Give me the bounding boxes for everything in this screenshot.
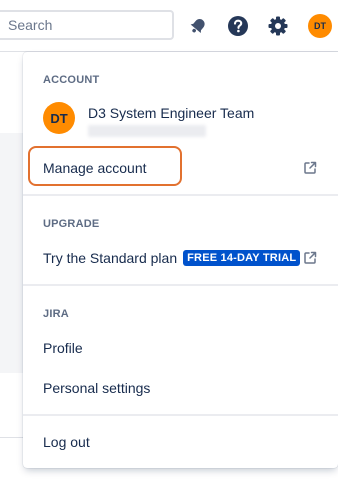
try-standard-plan-label: Try the Standard plan: [43, 250, 178, 266]
manage-account-link[interactable]: Manage account: [23, 148, 338, 188]
user-email-redacted: [88, 125, 206, 137]
external-link-icon: [304, 251, 317, 264]
log-out-label: Log out: [43, 434, 90, 450]
external-link-icon: [304, 161, 317, 174]
user-avatar: DT: [43, 102, 75, 134]
menu-divider: [23, 414, 338, 416]
help-button[interactable]: [224, 12, 252, 40]
help-icon: [228, 16, 248, 36]
try-standard-plan-link[interactable]: Try the Standard plan FREE 14-DAY TRIAL: [23, 238, 338, 278]
top-navigation-bar: DT: [0, 0, 338, 52]
menu-divider: [23, 284, 338, 286]
manage-account-label: Manage account: [43, 160, 147, 176]
log-out-button[interactable]: Log out: [23, 422, 338, 462]
settings-icon: [268, 16, 288, 36]
account-dropdown-menu: ACCOUNT DT D3 System Engineer Team Manag…: [23, 52, 338, 468]
personal-settings-label: Personal settings: [43, 380, 151, 396]
notifications-icon: [190, 19, 205, 34]
profile-avatar-button[interactable]: DT: [306, 12, 334, 40]
page-divider: [0, 437, 24, 438]
avatar: DT: [308, 14, 332, 38]
free-trial-badge: FREE 14-DAY TRIAL: [183, 250, 301, 266]
search-input[interactable]: [0, 10, 174, 40]
section-header-account: ACCOUNT: [43, 74, 100, 86]
menu-divider: [23, 194, 338, 196]
personal-settings-link[interactable]: Personal settings: [23, 368, 338, 408]
section-header-upgrade: UPGRADE: [43, 218, 100, 230]
section-header-jira: JIRA: [43, 308, 69, 320]
user-name: D3 System Engineer Team: [88, 105, 255, 121]
notifications-button[interactable]: [184, 12, 212, 40]
profile-link[interactable]: Profile: [23, 328, 338, 368]
settings-button[interactable]: [264, 12, 292, 40]
page-background-panel: [0, 133, 24, 373]
profile-label: Profile: [43, 340, 83, 356]
